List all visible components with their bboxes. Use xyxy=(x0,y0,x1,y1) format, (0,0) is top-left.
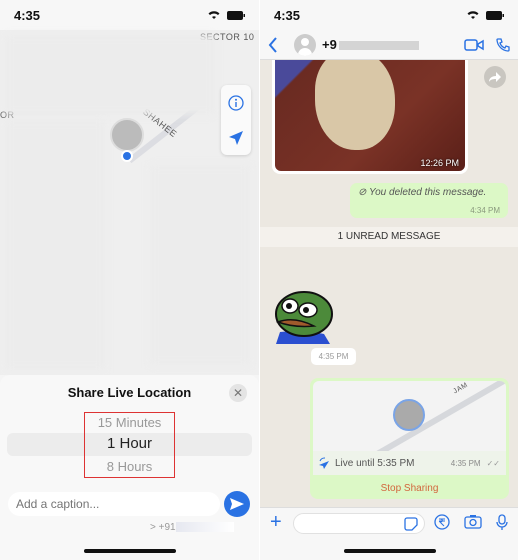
payment-rupee-icon[interactable] xyxy=(434,514,450,530)
sticker-icon[interactable] xyxy=(404,517,418,531)
read-receipt-icon: ✓✓ xyxy=(486,458,500,468)
status-time: 4:35 xyxy=(14,7,41,23)
location-dot xyxy=(121,150,133,162)
home-indicator xyxy=(344,549,436,553)
unread-divider: 1 UNREAD MESSAGE xyxy=(260,227,518,247)
back-chevron-icon[interactable] xyxy=(268,36,278,53)
battery-icon xyxy=(227,10,245,20)
recipient-prefix: > +91 xyxy=(150,522,176,533)
live-location-message[interactable]: JAM Live until 5:35 PM 4:35 PM ✓✓ Stop S… xyxy=(310,378,509,499)
blurred-region xyxy=(5,35,215,115)
map-controls xyxy=(221,85,251,155)
contact-name[interactable]: +9 xyxy=(322,37,419,52)
send-icon xyxy=(230,498,244,510)
user-location-avatar[interactable] xyxy=(110,118,144,152)
deleted-message[interactable]: ⊘ You deleted this message. 4:34 PM xyxy=(350,183,508,218)
home-indicator xyxy=(84,549,176,553)
message-time: 4:35 PM xyxy=(450,458,481,468)
caption-input[interactable] xyxy=(8,492,220,516)
live-until-text: Live until 5:35 PM xyxy=(335,457,415,469)
deleted-text: You deleted this message. xyxy=(368,187,487,198)
message-time: 12:26 PM xyxy=(420,158,459,168)
wifi-icon xyxy=(207,10,221,20)
map-label: JAM xyxy=(452,381,470,396)
stop-sharing-button[interactable]: Stop Sharing xyxy=(313,475,506,494)
share-live-location-sheet: Share Live Location ✕ 15 Minutes 1 Hour … xyxy=(0,375,259,560)
user-location-avatar xyxy=(393,399,425,431)
send-button[interactable] xyxy=(224,491,250,517)
sticker-message[interactable] xyxy=(274,286,358,344)
camera-icon[interactable] xyxy=(464,514,482,530)
battery-icon xyxy=(486,10,504,20)
deleted-icon: ⊘ xyxy=(358,187,369,198)
close-button[interactable]: ✕ xyxy=(229,384,247,402)
message-time: 4:35 PM xyxy=(311,348,356,365)
map-road xyxy=(363,381,506,451)
forward-button[interactable] xyxy=(484,66,506,88)
recipient: > +91 xyxy=(150,522,234,533)
dog-image xyxy=(315,60,395,150)
locate-arrow-icon[interactable] xyxy=(228,130,244,146)
message-input-bar: + xyxy=(260,507,518,560)
plus-icon[interactable]: + xyxy=(270,511,282,534)
meme-image: 12:26 PM xyxy=(275,60,465,171)
wifi-icon xyxy=(466,10,480,20)
blurred-number xyxy=(175,522,234,533)
live-location-icon xyxy=(319,457,329,469)
annotation-highlight-box xyxy=(84,412,175,478)
message-time: 4:34 PM xyxy=(470,206,500,215)
message-input[interactable] xyxy=(293,513,425,534)
blurred-number xyxy=(338,41,419,51)
sheet-title: Share Live Location xyxy=(67,385,192,400)
status-bar: 4:35 xyxy=(0,0,259,30)
image-message[interactable]: 12:26 PM xyxy=(272,60,468,174)
blurred-region xyxy=(150,165,250,365)
info-icon[interactable] xyxy=(228,94,244,111)
chat-screen: 4:35 +9 12:26 PM ⊘ You deleted this mess… xyxy=(259,0,518,560)
status-time: 4:35 xyxy=(274,7,301,23)
chat-header: +9 xyxy=(260,30,518,60)
status-bar: 4:35 xyxy=(260,0,518,30)
microphone-icon[interactable] xyxy=(496,514,508,530)
contact-number: +9 xyxy=(322,37,337,52)
blurred-region xyxy=(5,120,105,370)
live-location-map[interactable]: JAM xyxy=(313,381,506,451)
phone-call-icon[interactable] xyxy=(496,37,510,52)
live-location-info: Live until 5:35 PM 4:35 PM ✓✓ xyxy=(313,451,506,475)
share-location-screen: 4:35 SECTOR 10 OR SHAHEE Share Live Loca… xyxy=(0,0,259,560)
video-call-icon[interactable] xyxy=(464,38,484,52)
forward-icon xyxy=(489,72,501,82)
contact-avatar[interactable] xyxy=(294,33,316,56)
map-view[interactable]: SECTOR 10 OR SHAHEE xyxy=(0,30,259,375)
